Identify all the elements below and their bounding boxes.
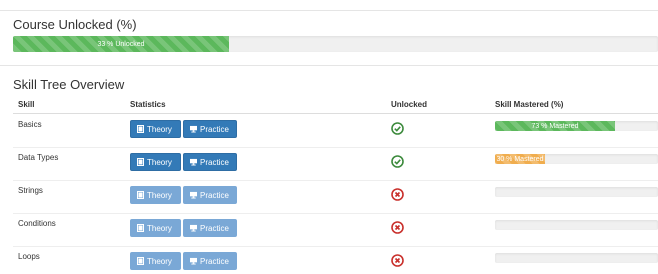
practice-icon (190, 191, 197, 199)
theory-label: Theory (147, 124, 172, 134)
skill-mastered-bar (495, 187, 658, 197)
skill-name: Loops (18, 252, 40, 261)
row-divider (13, 147, 658, 148)
book-icon (137, 158, 144, 166)
skill-name: Conditions (18, 219, 56, 228)
practice-label: Practice (200, 190, 229, 200)
skill-mastered-fill: 30 % Mastered (495, 154, 545, 164)
practice-label: Practice (200, 223, 229, 233)
practice-button[interactable]: Practice (183, 153, 237, 171)
practice-icon (190, 257, 197, 265)
check-circle-icon (391, 155, 404, 168)
practice-button[interactable]: Practice (183, 186, 237, 204)
theory-label: Theory (147, 157, 172, 167)
skill-mastered-bar: 73 % Mastered (495, 121, 658, 131)
theory-label: Theory (147, 223, 172, 233)
skill-mastered-bar (495, 253, 658, 263)
theory-label: Theory (147, 256, 172, 266)
course-progress-label: 33 % Unlocked (97, 40, 145, 48)
row-divider (13, 213, 658, 214)
theory-label: Theory (147, 190, 172, 200)
check-circle-icon (391, 122, 404, 135)
practice-button[interactable]: Practice (183, 120, 237, 138)
course-unlocked-title: Course Unlocked (%) (13, 17, 137, 32)
book-icon (137, 191, 144, 199)
skill-name: Data Types (18, 153, 59, 162)
x-circle-icon (391, 188, 404, 201)
x-circle-icon (391, 221, 404, 234)
practice-icon (190, 224, 197, 232)
table-header-divider (13, 113, 658, 114)
skill-name: Strings (18, 186, 43, 195)
practice-label: Practice (200, 157, 229, 167)
column-header-skill: Skill (18, 100, 35, 109)
skill-mastered-bar (495, 220, 658, 230)
section-divider (0, 65, 658, 66)
book-icon (137, 224, 144, 232)
skill-mastered-fill: 73 % Mastered (495, 121, 615, 131)
book-icon (137, 257, 144, 265)
theory-button[interactable]: Theory (130, 186, 181, 204)
column-header-unlocked: Unlocked (391, 100, 428, 109)
practice-label: Practice (200, 124, 229, 134)
practice-icon (190, 125, 197, 133)
skill-mastered-bar: 30 % Mastered (495, 154, 658, 164)
skill-tree-title: Skill Tree Overview (13, 77, 125, 92)
theory-button[interactable]: Theory (130, 120, 181, 138)
practice-label: Practice (200, 256, 229, 266)
column-header-mastered: Skill Mastered (%) (495, 100, 564, 109)
row-divider (13, 246, 658, 247)
practice-button[interactable]: Practice (183, 252, 237, 270)
theory-button[interactable]: Theory (130, 153, 181, 171)
x-circle-icon (391, 254, 404, 267)
top-divider (0, 10, 658, 11)
book-icon (137, 125, 144, 133)
skill-mastered-label: 73 % Mastered (531, 122, 579, 130)
theory-button[interactable]: Theory (130, 252, 181, 270)
column-header-statistics: Statistics (130, 100, 166, 109)
course-progress-bar: 33 % Unlocked (13, 36, 658, 52)
row-divider (13, 180, 658, 181)
theory-button[interactable]: Theory (130, 219, 181, 237)
practice-icon (190, 158, 197, 166)
skill-name: Basics (18, 120, 42, 129)
practice-button[interactable]: Practice (183, 219, 237, 237)
skill-mastered-label: 30 % Mastered (496, 155, 544, 163)
course-progress-fill: 33 % Unlocked (13, 36, 229, 52)
